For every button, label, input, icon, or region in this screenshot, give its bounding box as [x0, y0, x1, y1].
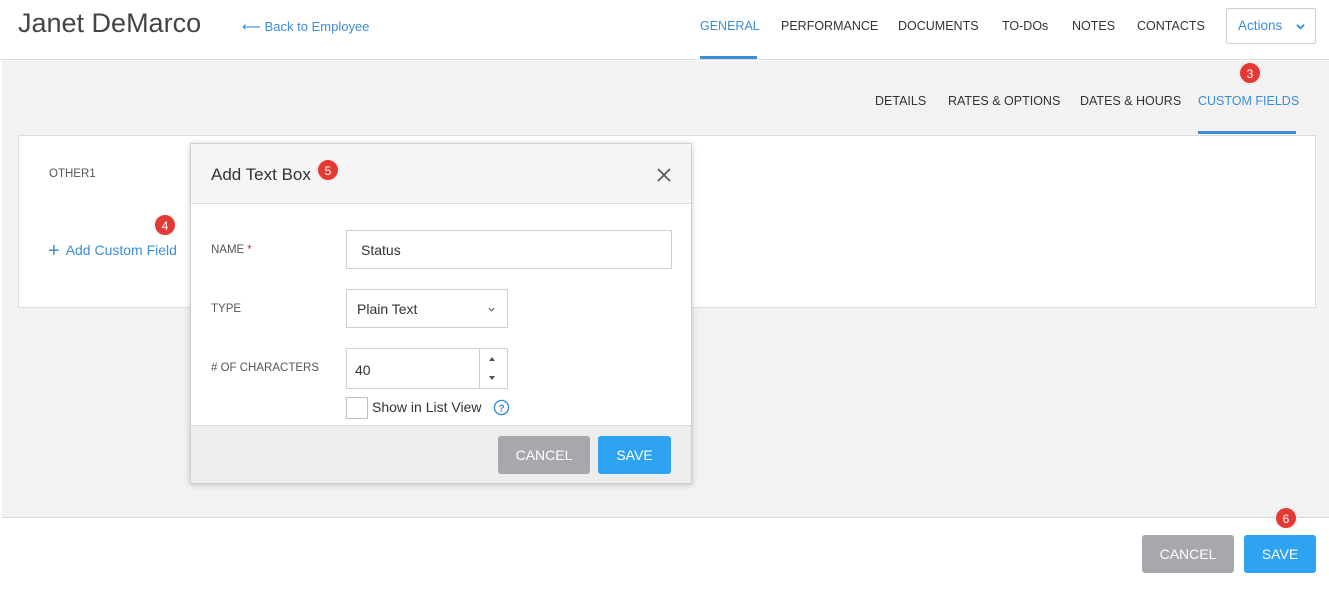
step-badge-4: 4 — [154, 214, 176, 236]
page-header: Janet DeMarco ⟵ Back to Employee GENERAL … — [0, 0, 1329, 60]
name-input[interactable] — [346, 230, 672, 269]
page-cancel-button[interactable]: CANCEL — [1142, 535, 1234, 573]
subtab-details[interactable]: DETAILS — [875, 94, 926, 108]
add-text-box-dialog: Add Text Box NAME* TYPE Plain Text # OF … — [190, 143, 692, 484]
type-field-label: TYPE — [211, 303, 242, 315]
add-custom-field-label: Add Custom Field — [65, 242, 177, 258]
tab-documents[interactable]: DOCUMENTS — [898, 19, 979, 33]
step-badge-5: 5 — [317, 159, 339, 181]
dialog-cancel-button[interactable]: CANCEL — [498, 436, 590, 474]
name-field-label: NAME * — [211, 244, 252, 256]
back-link-label: Back to Employee — [264, 19, 370, 34]
caret-up-icon[interactable] — [487, 355, 497, 363]
active-tab-indicator — [700, 56, 757, 59]
type-select[interactable]: Plain Text — [346, 289, 508, 328]
custom-field-label: OTHER1 — [49, 168, 96, 180]
show-in-list-view-label: Show in List View — [372, 399, 482, 415]
tab-todos[interactable]: TO-DOs — [1002, 19, 1048, 33]
actions-dropdown-button[interactable]: Actions — [1226, 8, 1316, 44]
dialog-header: Add Text Box — [191, 144, 691, 204]
actions-label: Actions — [1238, 18, 1283, 33]
chevron-down-icon — [1296, 24, 1305, 30]
show-in-list-view-checkbox[interactable] — [346, 397, 368, 419]
subtab-dates-hours[interactable]: DATES & HOURS — [1080, 94, 1181, 108]
plus-icon: + — [48, 240, 60, 262]
page-save-button[interactable]: SAVE — [1244, 535, 1316, 573]
type-select-value: Plain Text — [357, 301, 418, 317]
name-label-text: NAME — [211, 244, 245, 256]
active-subtab-indicator — [1198, 131, 1296, 134]
step-badge-3: 3 — [1239, 62, 1261, 84]
dialog-footer: CANCEL SAVE — [191, 425, 691, 483]
tab-general[interactable]: GENERAL — [700, 19, 760, 33]
step-badge-6: 6 — [1275, 507, 1297, 529]
tab-contacts[interactable]: CONTACTS — [1137, 19, 1205, 33]
caret-down-icon[interactable] — [487, 374, 497, 382]
add-custom-field-link[interactable]: + Add Custom Field — [48, 238, 177, 262]
subtab-custom-fields[interactable]: CUSTOM FIELDS — [1198, 94, 1299, 108]
stepper-divider — [479, 349, 480, 388]
close-icon[interactable] — [657, 168, 671, 182]
characters-field-label: # OF CHARACTERS — [211, 362, 319, 374]
back-to-employee-link[interactable]: ⟵ Back to Employee — [242, 19, 369, 35]
dialog-title: Add Text Box — [211, 165, 311, 184]
subtab-rates-options[interactable]: RATES & OPTIONS — [948, 94, 1060, 108]
svg-text:?: ? — [498, 403, 504, 414]
chevron-down-icon — [488, 307, 495, 312]
tab-performance[interactable]: PERFORMANCE — [781, 19, 878, 33]
employee-name: Janet DeMarco — [18, 8, 202, 38]
characters-value: 40 — [355, 362, 371, 378]
arrow-left-icon: ⟵ — [242, 19, 261, 34]
tab-notes[interactable]: NOTES — [1072, 19, 1115, 33]
dialog-save-button[interactable]: SAVE — [598, 436, 671, 474]
question-circle-icon[interactable]: ? — [493, 399, 510, 416]
characters-stepper[interactable]: 40 — [346, 348, 508, 389]
required-marker: * — [247, 244, 252, 256]
